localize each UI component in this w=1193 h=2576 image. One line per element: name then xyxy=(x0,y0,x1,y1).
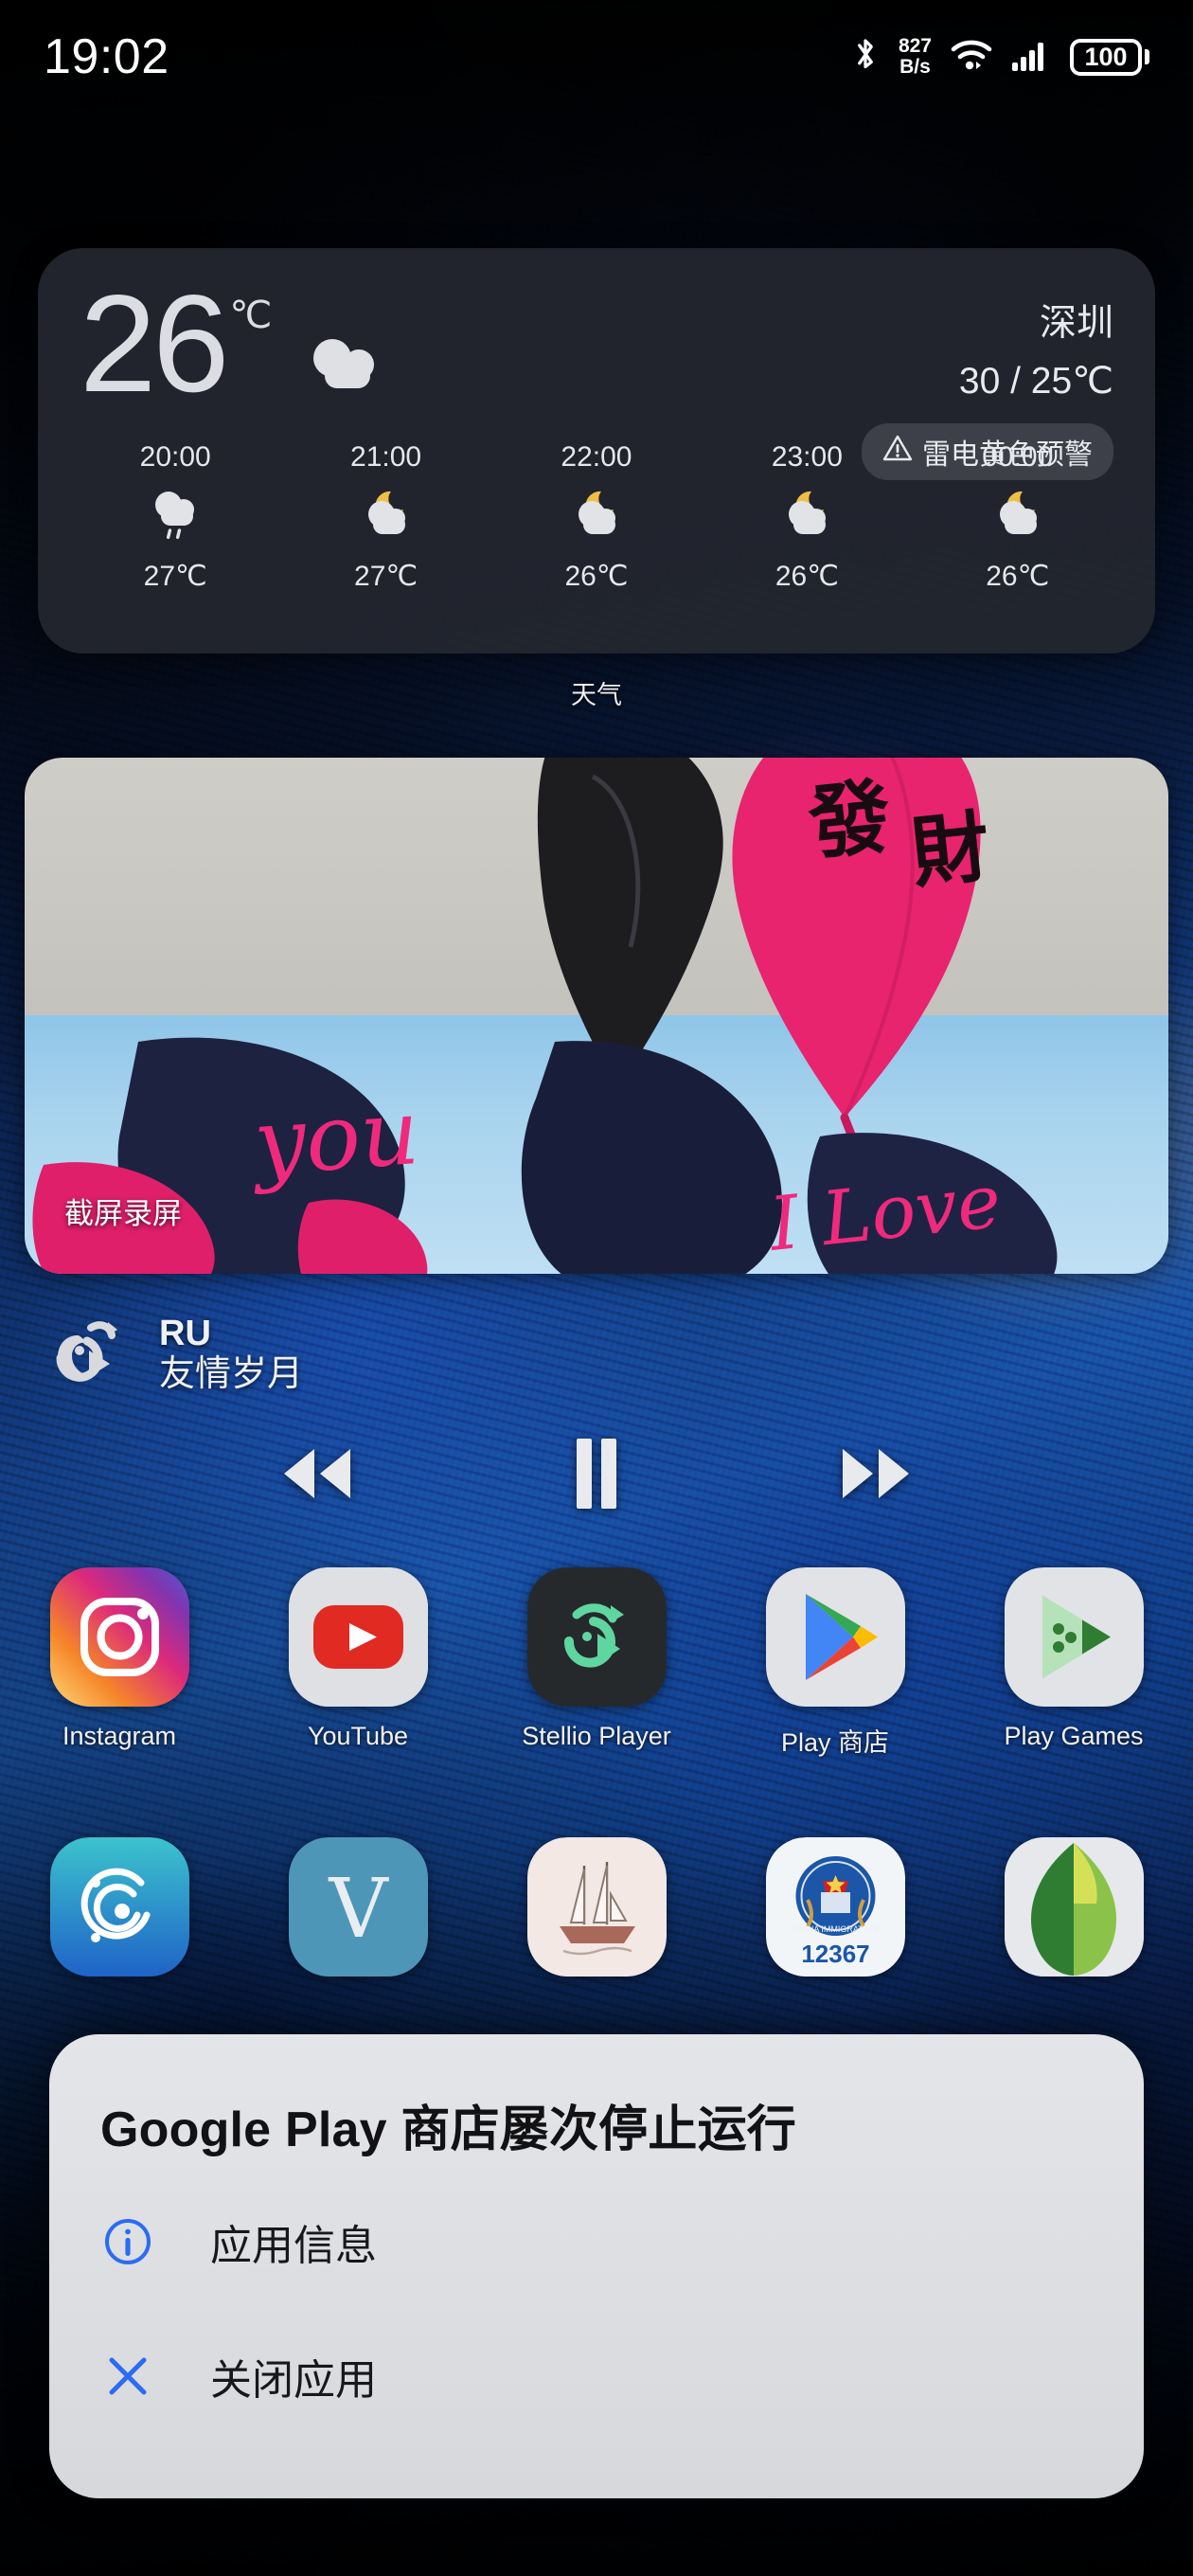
app-grid-row-2: V CHINA IMMIGRATION 12367 xyxy=(0,1837,1193,1992)
app-sailboat[interactable] xyxy=(477,1837,716,1992)
rewind-icon[interactable] xyxy=(278,1445,356,1507)
music-transport-controls xyxy=(0,1437,1193,1515)
music-artist: RU xyxy=(159,1313,211,1353)
sailboat-icon[interactable] xyxy=(526,1837,667,1977)
svg-text:財: 財 xyxy=(907,802,993,900)
pause-icon[interactable] xyxy=(571,1437,622,1515)
forecast-temp: 26℃ xyxy=(986,561,1050,592)
svg-text:you: you xyxy=(247,1079,422,1196)
music-track-info: RU 友情岁月 xyxy=(0,1307,1193,1403)
app-v[interactable]: V xyxy=(239,1837,477,1992)
forecast-hour: 20:00 27℃ xyxy=(85,441,265,593)
screenshot-widget-label: 截屏录屏 xyxy=(64,1197,182,1230)
svg-text:V: V xyxy=(328,1862,389,1957)
app-label: Play 商店 xyxy=(780,1728,890,1757)
forecast-time: 21:00 xyxy=(350,441,422,473)
forecast-hour: 22:00 26℃ xyxy=(507,441,686,593)
balloon-photo-art: 發 財 you I Love xyxy=(32,758,1058,1274)
forecast-temp: 26℃ xyxy=(775,561,839,592)
dialog-item-label: 应用信息 xyxy=(210,2223,377,2269)
snapseed-leaf-icon[interactable] xyxy=(1004,1837,1144,1977)
status-clock: 19:02 xyxy=(44,29,169,84)
weather-widget-label: 天气 xyxy=(571,681,622,709)
weather-unit: ℃ xyxy=(229,295,273,336)
forecast-time: 20:00 xyxy=(139,441,211,473)
weather-city: 深圳 xyxy=(1039,303,1113,344)
battery-level: 100 xyxy=(1070,38,1142,76)
app-stellio-player[interactable]: Stellio Player xyxy=(477,1567,716,1759)
app-youtube[interactable]: YouTube xyxy=(239,1567,477,1759)
close-x-icon xyxy=(100,2351,155,2402)
app-snapseed[interactable] xyxy=(954,1837,1193,1992)
sonar-circles-icon[interactable] xyxy=(49,1837,189,1977)
bluetooth-icon xyxy=(851,35,880,80)
network-speed-value: 827 xyxy=(898,35,932,58)
immigration-hotline-badge: 12367 xyxy=(801,1940,869,1968)
forecast-hour: 21:00 27℃ xyxy=(296,441,476,593)
wifi-icon xyxy=(951,39,992,76)
status-bar: 19:02 827 B/s 100 xyxy=(0,0,1193,114)
app-play-games[interactable]: Play Games xyxy=(954,1567,1193,1759)
forecast-temp: 27℃ xyxy=(354,561,418,592)
forecast-time: 22:00 xyxy=(561,441,632,473)
weather-hourly-forecast: 20:00 27℃ 21:00 27℃ 22:00 26℃ 23:00 26℃ … xyxy=(38,441,1155,593)
night-cloud-icon xyxy=(777,486,836,547)
music-title: 友情岁月 xyxy=(159,1354,304,1395)
music-player-widget: RU 友情岁月 xyxy=(0,1307,1193,1544)
forecast-hour: 00:00 26℃ xyxy=(928,441,1108,593)
app-instagram[interactable]: Instagram xyxy=(0,1567,239,1759)
app-grid-row-1: Instagram YouTube Stellio Player Play 商店… xyxy=(0,1567,1193,1759)
cloudy-icon xyxy=(300,333,387,397)
phone-screen: 19:02 827 B/s 100 26 ℃ 深圳 30 / 25℃ 雷电黄色预… xyxy=(0,0,1193,2576)
stellio-player-icon[interactable] xyxy=(526,1567,667,1707)
forecast-hour: 23:00 26℃ xyxy=(717,441,897,593)
info-circle-icon xyxy=(100,2216,155,2267)
night-cloud-icon xyxy=(357,486,416,547)
play-games-icon[interactable] xyxy=(1004,1567,1144,1707)
screenshot-recording-widget[interactable]: 發 財 you I Love 截屏录屏 xyxy=(25,758,1168,1274)
app-label: YouTube xyxy=(307,1722,409,1750)
night-cloud-icon xyxy=(567,486,626,547)
google-play-icon[interactable] xyxy=(765,1567,905,1707)
china-immigration-icon[interactable]: CHINA IMMIGRATION 12367 xyxy=(765,1837,905,1977)
forecast-temp: 26℃ xyxy=(564,561,629,592)
battery-cap xyxy=(1145,49,1149,64)
network-speed-unit: B/s xyxy=(899,56,931,78)
night-cloud-icon xyxy=(988,486,1047,547)
stellio-player-icon xyxy=(42,1307,133,1403)
svg-text:CHINA IMMIGRATION: CHINA IMMIGRATION xyxy=(792,1924,878,1934)
svg-text:發: 發 xyxy=(804,769,896,872)
app-label: Instagram xyxy=(62,1722,177,1750)
app-label: Play Games xyxy=(1004,1722,1144,1750)
dialog-item-label: 关闭应用 xyxy=(210,2357,377,2404)
app-sonar[interactable] xyxy=(0,1837,239,1992)
forecast-time: 00:00 xyxy=(982,441,1054,473)
status-icon-group: 827 B/s 100 xyxy=(851,35,1149,80)
youtube-icon[interactable] xyxy=(288,1567,428,1707)
dialog-item-close-app[interactable]: 关闭应用 xyxy=(49,2323,1144,2429)
app-crash-dialog: Google Play 商店屡次停止运行 应用信息 关闭应用 xyxy=(49,2034,1144,2498)
dialog-item-app-info[interactable]: 应用信息 xyxy=(49,2189,1144,2295)
cellular-signal-icon xyxy=(1011,39,1051,76)
dialog-title: Google Play 商店屡次停止运行 xyxy=(100,2102,796,2157)
forecast-time: 23:00 xyxy=(771,441,843,473)
battery-indicator: 100 xyxy=(1070,38,1149,76)
app-china-immigration[interactable]: CHINA IMMIGRATION 12367 xyxy=(716,1837,954,1992)
fast-forward-icon[interactable] xyxy=(837,1445,915,1507)
app-play-store[interactable]: Play 商店 xyxy=(716,1567,954,1759)
app-label: Stellio Player xyxy=(522,1722,671,1750)
network-speed-indicator: 827 B/s xyxy=(899,36,932,78)
forecast-temp: 27℃ xyxy=(143,561,207,592)
weather-widget[interactable]: 26 ℃ 深圳 30 / 25℃ 雷电黄色预警 20:00 27℃ 21:00 … xyxy=(38,248,1155,653)
music-text-block: RU 友情岁月 xyxy=(159,1314,303,1396)
weather-temperature: 26 xyxy=(80,266,229,420)
instagram-icon[interactable] xyxy=(49,1567,189,1707)
weather-high-low: 30 / 25℃ xyxy=(958,361,1113,402)
weather-current: 26 ℃ xyxy=(80,266,387,420)
letter-v-icon[interactable]: V xyxy=(288,1837,428,1977)
rain-icon xyxy=(146,486,205,547)
